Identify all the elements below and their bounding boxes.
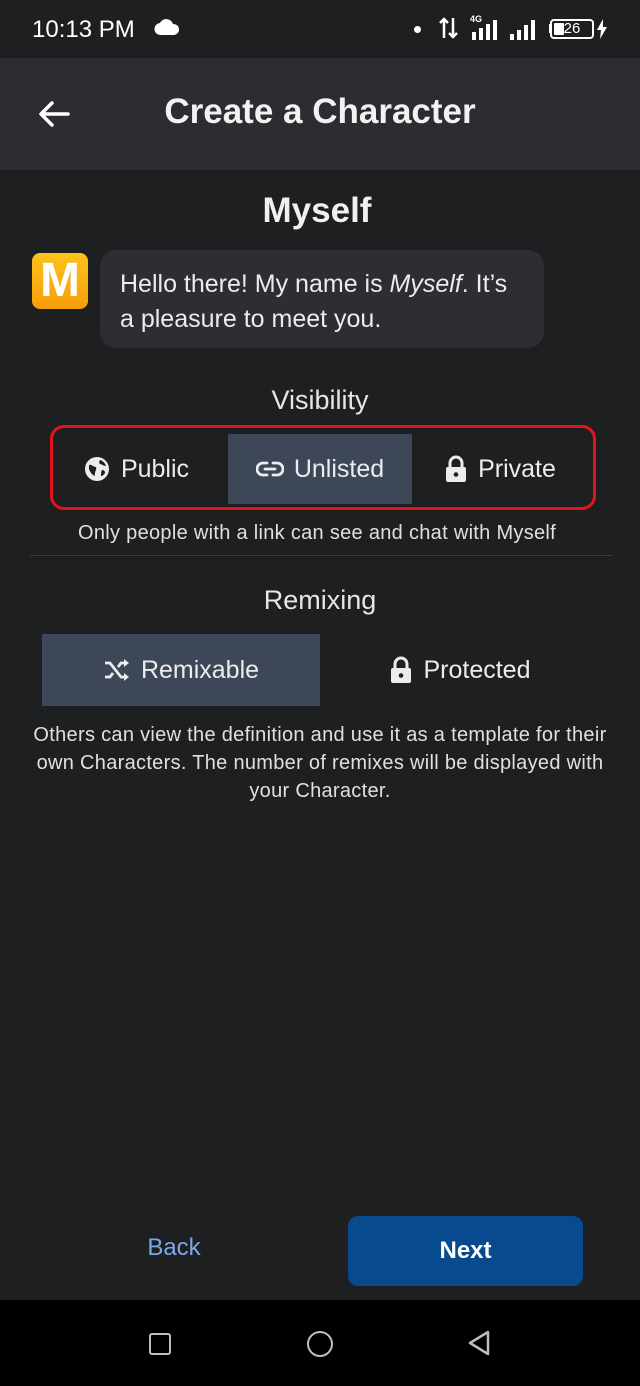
remixing-description: Others can view the definition and use i… xyxy=(33,724,607,802)
remixing-option-remixable[interactable]: Remixable xyxy=(42,634,320,706)
app-bar: Create a Character xyxy=(0,58,640,170)
battery-percent: 26 xyxy=(563,20,581,37)
visibility-option-label: Unlisted xyxy=(293,454,385,483)
greeting-name: Myself xyxy=(389,270,462,298)
character-name: Myself xyxy=(262,191,372,230)
greeting-prefix: Hello there! My name is xyxy=(120,270,390,298)
lock-icon xyxy=(446,455,467,482)
visibility-option-unlisted[interactable]: Unlisted xyxy=(228,434,412,504)
visibility-option-private[interactable]: Private xyxy=(420,434,580,504)
lock-icon xyxy=(391,656,412,683)
globe-icon xyxy=(84,457,109,481)
avatar: M xyxy=(32,253,88,309)
shuffle-icon xyxy=(104,659,129,681)
visibility-option-public[interactable]: Public xyxy=(64,434,208,504)
visibility-option-label: Public xyxy=(120,454,190,483)
recents-icon[interactable] xyxy=(149,1333,171,1355)
greeting-bubble: Hello there! My name is Myself. It’s a p… xyxy=(100,250,544,348)
next-button[interactable]: Next xyxy=(348,1216,583,1286)
signal-icon xyxy=(510,20,535,40)
status-dot xyxy=(414,26,421,33)
data-arrows-icon xyxy=(439,17,458,39)
svg-text:4G: 4G xyxy=(470,14,482,24)
status-bar: 10:13 PM 4G 26 xyxy=(0,0,640,58)
visibility-title: Visibility xyxy=(271,385,369,415)
visibility-option-label: Private xyxy=(478,454,556,483)
home-icon[interactable] xyxy=(307,1331,333,1357)
remixing-option-protected[interactable]: Protected xyxy=(360,634,560,706)
status-time: 10:13 PM xyxy=(32,16,135,43)
battery-icon: 26 xyxy=(550,19,594,39)
remixing-title: Remixing xyxy=(263,585,377,615)
section-divider xyxy=(30,555,612,556)
cloud-icon xyxy=(154,19,180,36)
remixing-option-label: Protected xyxy=(423,655,531,684)
back-triangle-icon[interactable] xyxy=(466,1329,492,1357)
visibility-description: Only people with a link can see and chat… xyxy=(77,522,557,544)
bolt-icon xyxy=(597,19,607,39)
back-button[interactable]: Back xyxy=(134,1234,214,1262)
link-icon xyxy=(255,461,284,477)
signal-4g-icon: 4G xyxy=(470,14,497,40)
page-title: Create a Character xyxy=(164,92,476,131)
remixing-option-label: Remixable xyxy=(140,655,260,684)
